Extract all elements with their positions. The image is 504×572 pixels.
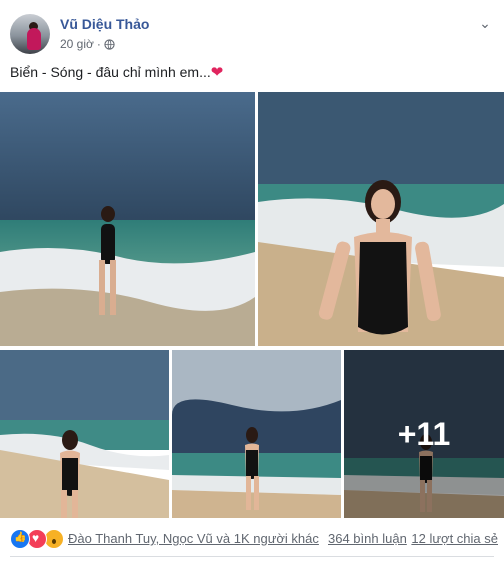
caption-text: Biển - Sóng - đâu chỉ mình em... — [10, 64, 211, 80]
post-photo-1[interactable] — [0, 92, 255, 346]
divider — [10, 556, 494, 557]
more-photos-overlay[interactable]: +11 — [344, 350, 504, 518]
post-timestamp[interactable]: 20 giờ — [60, 37, 94, 51]
post-photo-2[interactable] — [258, 92, 504, 346]
post-photo-3[interactable] — [0, 350, 169, 518]
author-name-link[interactable]: Vũ Diệu Thảo — [60, 16, 149, 32]
comments-count-link[interactable]: 364 bình luận — [328, 531, 407, 546]
post-stats-bar: Đào Thanh Tuy, Ngọc Vũ và 1K người khác … — [10, 529, 498, 549]
like-icon — [10, 529, 30, 549]
reaction-icons[interactable] — [10, 529, 64, 549]
post-caption: Biển - Sóng - đâu chỉ mình em...❤ — [10, 63, 223, 81]
post-options-chevron-icon[interactable]: ⌄ — [476, 16, 494, 30]
love-icon — [27, 529, 47, 549]
heart-emoji-icon: ❤ — [210, 64, 224, 81]
post-meta: 20 giờ · — [60, 37, 115, 51]
post-photo-4[interactable] — [172, 350, 341, 518]
shares-count-link[interactable]: 12 lượt chia sẻ — [411, 531, 498, 546]
globe-icon[interactable] — [104, 38, 115, 50]
post-photo-5-more[interactable]: +11 — [344, 350, 504, 518]
wow-icon — [44, 529, 64, 549]
reactors-link[interactable]: Đào Thanh Tuy, Ngọc Vũ và 1K người khác — [68, 531, 319, 546]
post-header: Vũ Diệu Thảo 20 giờ · ⌄ — [10, 12, 494, 56]
more-photos-count: +11 — [397, 415, 451, 452]
author-avatar[interactable] — [10, 14, 50, 54]
